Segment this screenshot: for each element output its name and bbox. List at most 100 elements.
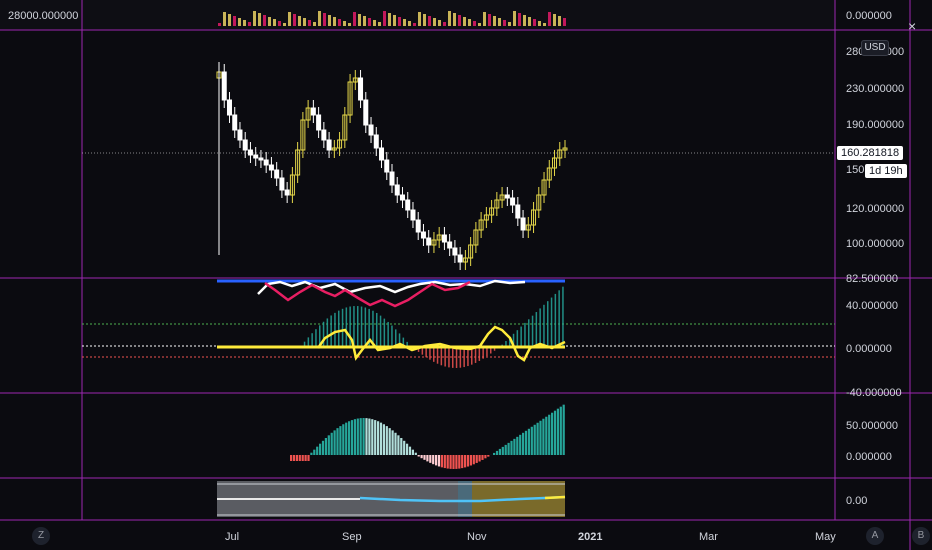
histogram-bar <box>550 297 553 346</box>
histogram-bar <box>339 426 342 455</box>
histogram-bar <box>379 422 383 455</box>
volume-bar <box>398 17 401 26</box>
volume-bar <box>323 13 326 26</box>
histogram-bar <box>307 337 310 346</box>
candle-body <box>284 189 290 196</box>
volume-bar <box>358 14 361 26</box>
histogram-bar <box>444 346 446 367</box>
candle-body <box>426 237 432 246</box>
volume-bar <box>503 20 506 26</box>
histogram-bar <box>543 304 545 346</box>
histogram-bar <box>466 455 470 467</box>
volume-bar <box>483 12 486 26</box>
candle-body <box>263 159 269 166</box>
volume-pane-right-label: 0.000000 <box>846 10 892 22</box>
volume-bar <box>238 18 241 26</box>
histogram-bar <box>382 424 385 455</box>
histogram-bar <box>368 418 371 455</box>
volume-bar <box>498 18 501 26</box>
histogram-bar <box>554 293 557 346</box>
candle-body <box>368 124 374 136</box>
histogram-bar <box>558 290 560 346</box>
histogram-bar <box>436 346 439 364</box>
volume-bar <box>353 12 356 26</box>
volume-bar <box>423 14 426 26</box>
histogram-bar <box>403 440 406 455</box>
volume-bar <box>458 15 461 26</box>
volume-bar <box>228 14 231 26</box>
candle-body <box>384 159 390 173</box>
histogram-bar <box>551 412 554 455</box>
candle-body <box>221 71 227 101</box>
volume-bar <box>533 19 536 26</box>
volume-bar <box>233 16 236 26</box>
histogram-bar <box>545 416 548 455</box>
volume-bar <box>273 19 276 26</box>
volume-bar <box>223 12 226 26</box>
histogram-bar <box>397 435 400 455</box>
histogram-bar <box>338 310 340 346</box>
histogram-bar <box>333 430 336 455</box>
histogram-bar <box>507 442 510 455</box>
histogram-bar <box>535 312 538 346</box>
current-price-tag: 160.281818 <box>837 146 904 160</box>
volume-bar <box>523 15 526 26</box>
volume-bar <box>373 20 376 26</box>
histogram-bar <box>406 443 409 455</box>
volume-bar <box>313 22 316 26</box>
histogram-bar <box>336 428 339 455</box>
volume-bar <box>318 11 321 26</box>
histogram-bar <box>531 315 534 346</box>
histogram-bar <box>388 428 391 455</box>
histogram-bar <box>504 444 507 455</box>
candle-countdown-tag: 1d 19h <box>865 164 907 178</box>
price-label: 100.000000 <box>846 238 904 250</box>
histogram-bar <box>298 455 301 461</box>
candle-body <box>274 169 280 179</box>
histogram-bar <box>316 446 319 455</box>
volume-bar <box>408 21 411 26</box>
histogram-bar <box>394 432 397 455</box>
candle-body <box>447 241 453 249</box>
osc1-axis-label: -40.000000 <box>846 387 902 399</box>
zoom-button[interactable]: Z <box>32 527 50 545</box>
candle-body <box>258 157 264 161</box>
candle-body <box>504 194 510 199</box>
currency-button[interactable]: USD <box>861 40 889 56</box>
candle-body <box>441 234 447 243</box>
histogram-bar <box>295 455 298 461</box>
volume-bar <box>518 13 521 26</box>
time-label: 2021 <box>578 531 602 543</box>
histogram-bar <box>324 438 327 455</box>
auto-scale-button[interactable]: A <box>866 527 884 545</box>
candle-body <box>399 194 405 201</box>
close-icon[interactable]: × <box>908 18 916 34</box>
histogram-bar <box>449 455 452 469</box>
log-scale-button[interactable]: B <box>912 527 930 545</box>
histogram-bar <box>391 325 393 346</box>
histogram-bar <box>510 440 513 455</box>
candle-body <box>405 199 411 211</box>
histogram-bar <box>426 455 429 462</box>
histogram-bar <box>516 330 519 346</box>
histogram-bar <box>395 329 397 346</box>
volume-bar <box>348 23 351 26</box>
histogram-bar <box>364 307 367 346</box>
histogram-bar <box>539 420 542 455</box>
histogram-bar <box>334 312 336 346</box>
histogram-bar <box>362 418 365 455</box>
histogram-bar <box>478 455 481 462</box>
volume-bar <box>453 13 456 26</box>
histogram-bar <box>327 435 330 455</box>
histogram-bar <box>505 341 507 346</box>
histogram-bar <box>371 419 374 455</box>
histogram-bar <box>548 414 551 455</box>
histogram-bar <box>292 455 296 461</box>
price-label: 190.000000 <box>846 119 904 131</box>
histogram-bar <box>356 418 359 455</box>
chart-canvas[interactable]: 28000.000000 0.000000 280.000000 230.000… <box>0 0 932 550</box>
histogram-bar <box>341 308 344 346</box>
candle-body <box>326 139 332 151</box>
candle-body <box>379 147 385 161</box>
volume-bar <box>473 21 476 26</box>
